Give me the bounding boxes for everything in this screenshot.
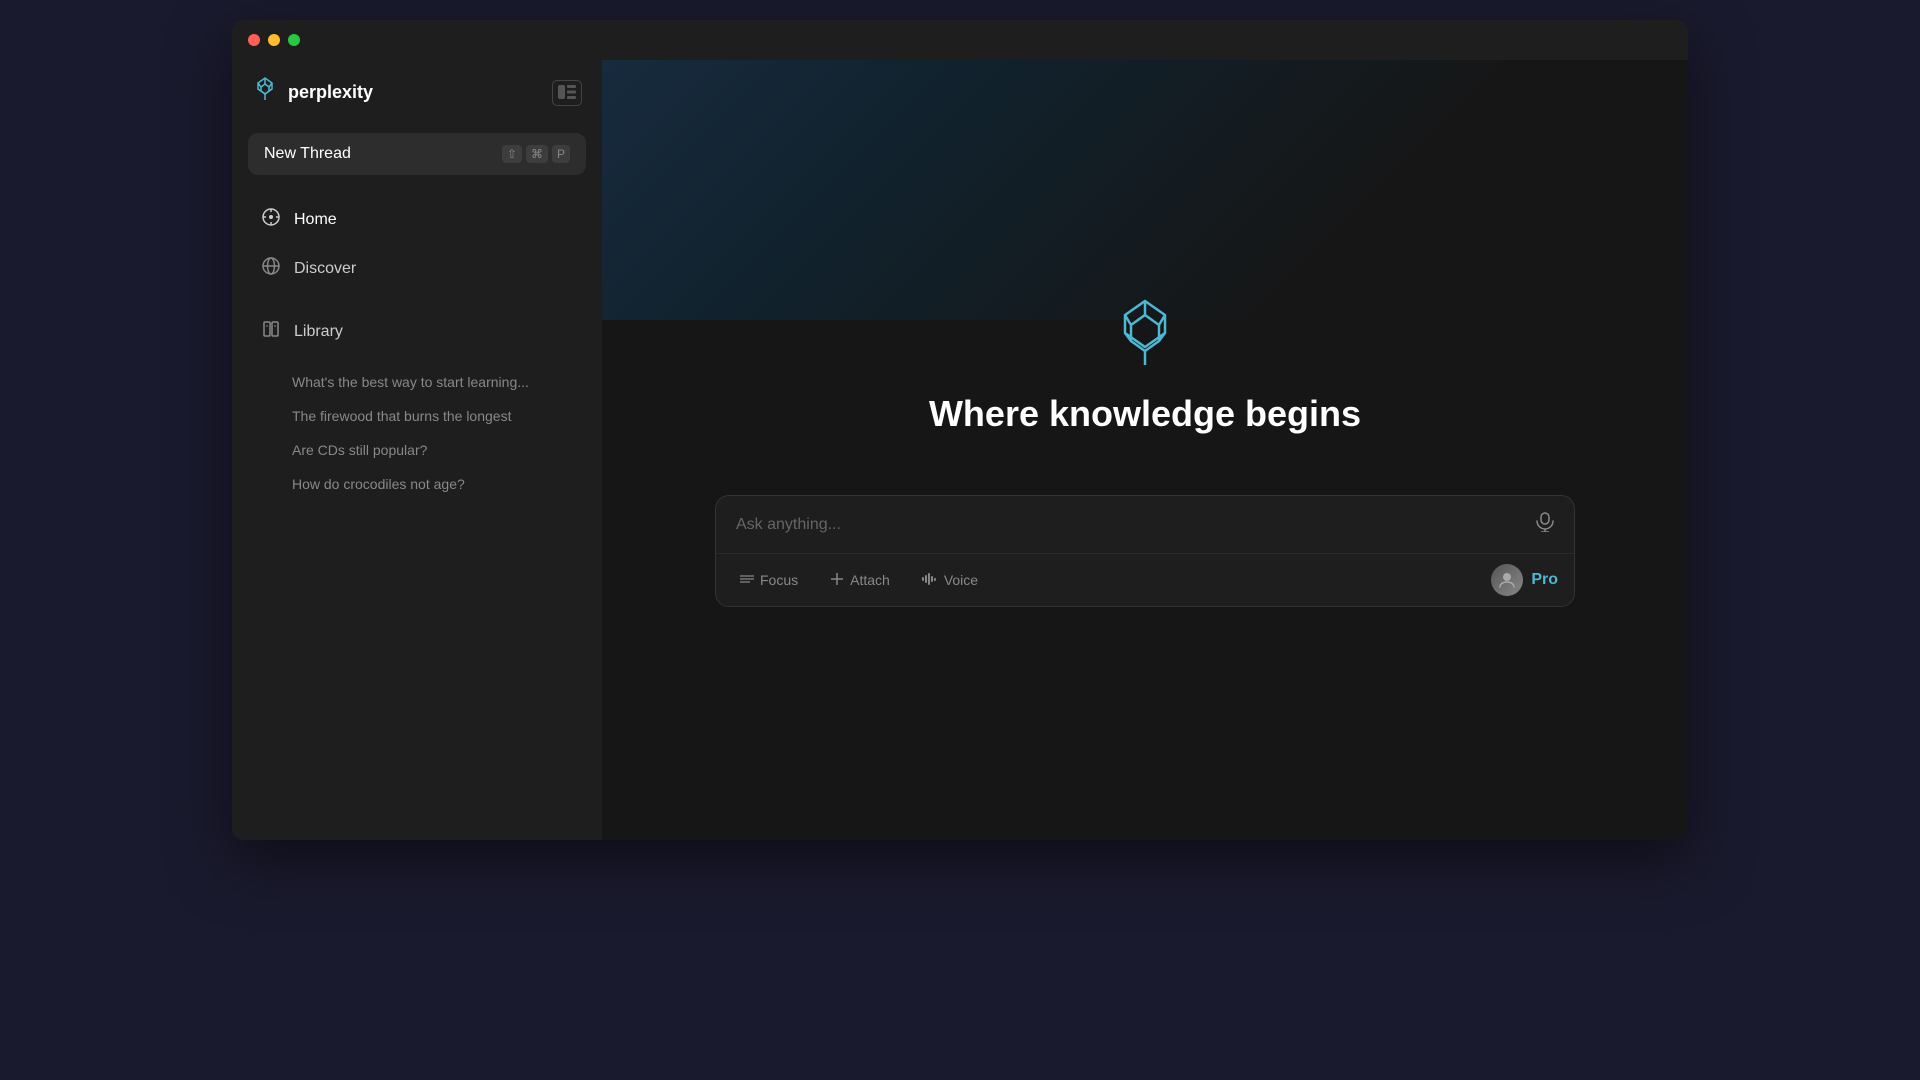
search-input[interactable] bbox=[736, 516, 1524, 534]
shortcut-cmd: ⌘ bbox=[526, 145, 548, 163]
new-thread-label: New Thread bbox=[264, 145, 351, 163]
sidebar-item-home[interactable]: Home bbox=[240, 197, 594, 242]
main-content: Where knowledge begins bbox=[602, 20, 1688, 840]
logo: perplexity bbox=[252, 76, 373, 109]
new-thread-button[interactable]: New Thread ⇧ ⌘ P bbox=[248, 133, 586, 175]
voice-icon bbox=[922, 572, 938, 588]
logo-text: perplexity bbox=[288, 82, 373, 103]
focus-icon bbox=[740, 572, 754, 589]
maximize-button[interactable] bbox=[288, 34, 300, 46]
sidebar-item-library[interactable]: Library bbox=[240, 309, 594, 354]
search-input-area bbox=[716, 496, 1574, 553]
sidebar-header: perplexity bbox=[232, 60, 602, 125]
discover-icon bbox=[260, 256, 282, 281]
tagline: Where knowledge begins bbox=[929, 393, 1361, 435]
main-logo-icon bbox=[1105, 293, 1185, 373]
pro-section: Pro bbox=[1491, 564, 1558, 596]
search-container: Focus Attach bbox=[715, 495, 1575, 607]
library-item-3[interactable]: Are CDs still popular? bbox=[240, 434, 594, 466]
user-avatar[interactable] bbox=[1491, 564, 1523, 596]
focus-label: Focus bbox=[760, 572, 798, 588]
discover-label: Discover bbox=[294, 260, 356, 278]
sidebar: perplexity New Thread ⇧ ⌘ P bbox=[232, 20, 602, 840]
shortcut-shift: ⇧ bbox=[502, 145, 522, 163]
attach-icon bbox=[830, 572, 844, 589]
focus-button[interactable]: Focus bbox=[732, 568, 806, 593]
new-thread-shortcuts: ⇧ ⌘ P bbox=[502, 145, 570, 163]
pro-label: Pro bbox=[1531, 571, 1558, 589]
search-toolbar: Focus Attach bbox=[716, 553, 1574, 606]
library-item-4[interactable]: How do crocodiles not age? bbox=[240, 468, 594, 500]
home-icon bbox=[260, 207, 282, 232]
sidebar-item-discover[interactable]: Discover bbox=[240, 246, 594, 291]
shortcut-p: P bbox=[552, 145, 570, 163]
center-content: Where knowledge begins bbox=[929, 293, 1361, 435]
home-label: Home bbox=[294, 211, 337, 229]
library-label: Library bbox=[294, 323, 343, 341]
attach-label: Attach bbox=[850, 572, 890, 588]
attach-button[interactable]: Attach bbox=[822, 568, 898, 593]
microphone-icon[interactable] bbox=[1536, 512, 1554, 537]
voice-label: Voice bbox=[944, 572, 978, 588]
library-item-1[interactable]: What's the best way to start learning... bbox=[240, 366, 594, 398]
library-items-list: What's the best way to start learning...… bbox=[232, 364, 602, 502]
title-bar bbox=[232, 20, 1688, 60]
library-item-2[interactable]: The firewood that burns the longest bbox=[240, 400, 594, 432]
voice-button[interactable]: Voice bbox=[914, 568, 986, 592]
logo-icon bbox=[252, 76, 278, 109]
close-button[interactable] bbox=[248, 34, 260, 46]
library-icon bbox=[260, 319, 282, 344]
minimize-button[interactable] bbox=[268, 34, 280, 46]
sidebar-toggle-button[interactable] bbox=[552, 80, 582, 106]
